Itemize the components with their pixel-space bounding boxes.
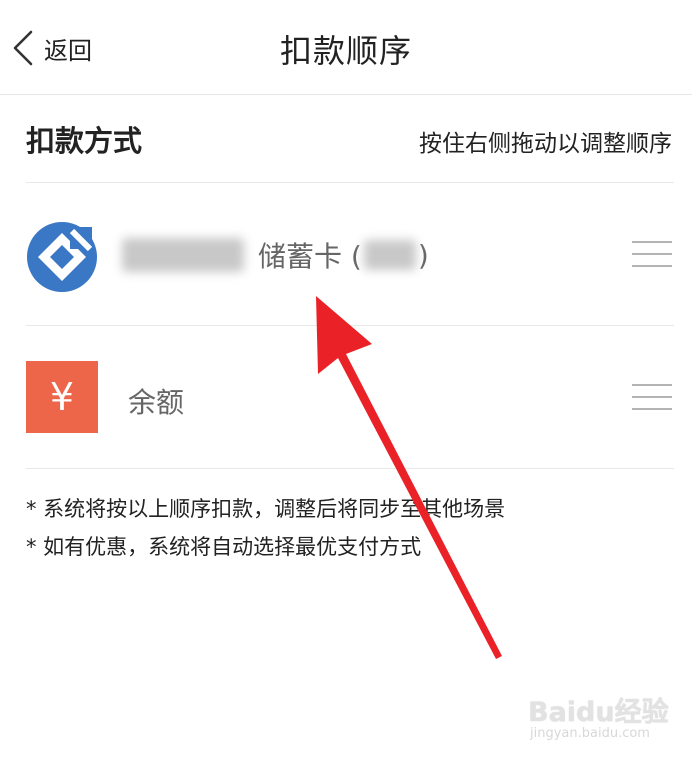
section-title: 扣款方式	[26, 124, 143, 158]
card-close-paren: )	[417, 238, 429, 272]
drag-handle-icon[interactable]	[632, 241, 672, 269]
notes: * 系统将按以上顺序扣款，调整后将同步至其他场景 * 如有优惠，系统将自动选择最…	[26, 490, 505, 566]
yuan-icon: ¥	[26, 361, 98, 433]
balance-label: 余额	[128, 386, 185, 419]
divider	[26, 468, 674, 469]
redacted-card-tail	[363, 240, 416, 270]
redacted-bank-name	[122, 238, 244, 272]
section-header: 扣款方式 按住右侧拖动以调整顺序	[0, 96, 692, 182]
note-line: * 如有优惠，系统将自动选择最优支付方式	[26, 535, 422, 559]
card-type-label: 储蓄卡 (	[258, 240, 362, 273]
watermark-text: Baidu经验	[528, 697, 669, 728]
payment-method-bank-card[interactable]: 储蓄卡 ( )	[0, 183, 692, 325]
baidu-watermark: Baidu经验 jingyan.baidu.com	[528, 680, 678, 750]
bank-logo-icon	[26, 221, 98, 293]
drag-handle-icon[interactable]	[632, 384, 672, 412]
nav-bar: 返回 扣款顺序	[0, 0, 692, 95]
page-title: 扣款顺序	[279, 32, 412, 70]
drag-hint: 按住右侧拖动以调整顺序	[419, 131, 672, 157]
bank-card-label: 储蓄卡 ( )	[122, 235, 429, 275]
payment-method-balance[interactable]: ¥ 余额	[0, 326, 692, 468]
note-line: * 系统将按以上顺序扣款，调整后将同步至其他场景	[26, 497, 506, 521]
watermark-url: jingyan.baidu.com	[530, 726, 650, 741]
